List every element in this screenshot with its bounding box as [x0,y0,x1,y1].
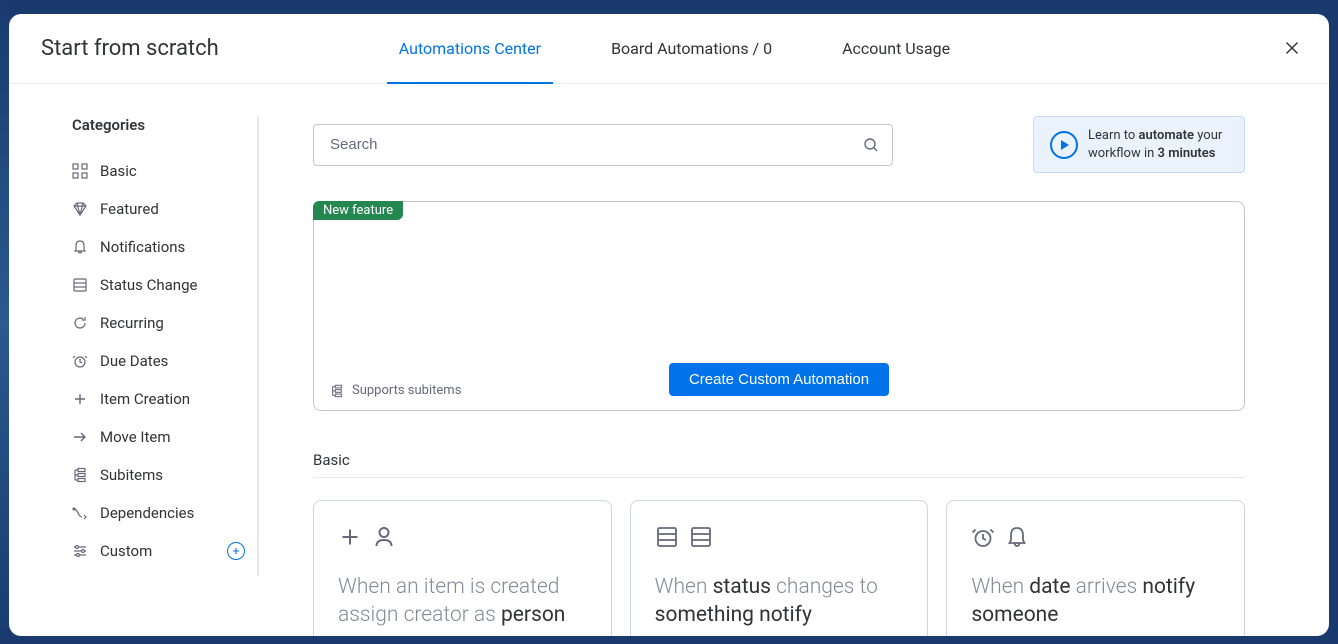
alarm-icon [72,353,88,369]
automation-cards: When an item is created assign creator a… [313,500,1245,636]
category-label: Move Item [100,428,170,446]
category-recurring[interactable]: Recurring [72,304,269,342]
sidebar-title: Categories [72,116,269,134]
automation-card[interactable]: When status changes to something notify … [630,500,929,636]
sliders-icon [72,543,88,559]
tab-automations-center[interactable]: Automations Center [399,14,541,83]
category-label: Notifications [100,238,185,256]
tree-icon [330,384,344,398]
card-text: When an item is created assign creator a… [338,573,587,630]
columns-icon [689,525,713,549]
tab-account-usage[interactable]: Account Usage [842,14,950,83]
card-icons [655,525,904,549]
new-feature-card: New feature Create Custom Automation Sup… [313,201,1245,411]
columns-icon [655,525,679,549]
category-notifications[interactable]: Notifications [72,228,269,266]
supports-subitems-label: Supports subitems [330,383,461,398]
refresh-icon [72,315,88,331]
flow-icon [72,505,88,521]
category-move-item[interactable]: Move Item [72,418,269,456]
new-feature-badge: New feature [313,201,403,220]
category-label: Featured [100,200,159,218]
close-button[interactable] [1283,39,1303,59]
category-label: Custom [100,542,152,560]
automations-modal: Start from scratch Automations Center Bo… [9,14,1329,636]
plus-icon [72,391,88,407]
add-custom-icon[interactable]: + [227,542,245,560]
tree-icon [72,467,88,483]
modal-body: Categories Basic Featured Notifications … [9,84,1329,636]
card-text: When date arrives notify someone [971,573,1220,630]
search-wrapper [313,124,893,166]
section-title-basic: Basic [313,451,1245,469]
search-input[interactable] [313,124,893,166]
learn-automate-card[interactable]: Learn to automate your workflow in 3 min… [1033,116,1245,173]
search-icon [863,137,879,153]
page-title: Start from scratch [41,36,219,61]
diamond-icon [72,201,88,217]
category-label: Due Dates [100,352,168,370]
section-divider [313,477,1245,478]
tab-board-automations[interactable]: Board Automations / 0 [611,14,772,83]
category-label: Item Creation [100,390,190,408]
tab-label: Board Automations / 0 [611,39,772,58]
category-label: Recurring [100,314,164,332]
card-text: When status changes to something notify … [655,573,904,636]
tab-label: Automations Center [399,39,541,58]
automation-card[interactable]: When date arrives notify someone [946,500,1245,636]
category-custom[interactable]: Custom + [72,532,269,570]
category-dependencies[interactable]: Dependencies [72,494,269,532]
alarm-icon [971,525,995,549]
grid-icon [72,163,88,179]
plus-icon [338,525,362,549]
category-due-dates[interactable]: Due Dates [72,342,269,380]
category-featured[interactable]: Featured [72,190,269,228]
category-basic[interactable]: Basic [72,152,269,190]
category-label: Basic [100,162,137,180]
arrow-right-icon [72,429,88,445]
tab-label: Account Usage [842,39,950,58]
category-label: Status Change [100,276,197,294]
main-content: Learn to automate your workflow in 3 min… [269,84,1329,636]
category-label: Subitems [100,466,163,484]
close-icon [1283,39,1301,57]
columns-icon [72,277,88,293]
category-item-creation[interactable]: Item Creation [72,380,269,418]
bell-icon [1005,525,1029,549]
app-background-strip [0,0,9,644]
person-icon [372,525,396,549]
create-custom-automation-button[interactable]: Create Custom Automation [669,363,889,396]
category-subitems[interactable]: Subitems [72,456,269,494]
modal-header: Start from scratch Automations Center Bo… [9,14,1329,84]
play-icon [1050,131,1078,159]
card-icons [971,525,1220,549]
categories-sidebar: Categories Basic Featured Notifications … [9,84,269,636]
category-status-change[interactable]: Status Change [72,266,269,304]
card-icons [338,525,587,549]
learn-text: Learn to automate your workflow in 3 min… [1088,127,1228,162]
bell-icon [72,239,88,255]
automation-card[interactable]: When an item is created assign creator a… [313,500,612,636]
category-label: Dependencies [100,504,194,522]
top-row: Learn to automate your workflow in 3 min… [313,116,1245,173]
header-tabs: Automations Center Board Automations / 0… [399,14,950,83]
